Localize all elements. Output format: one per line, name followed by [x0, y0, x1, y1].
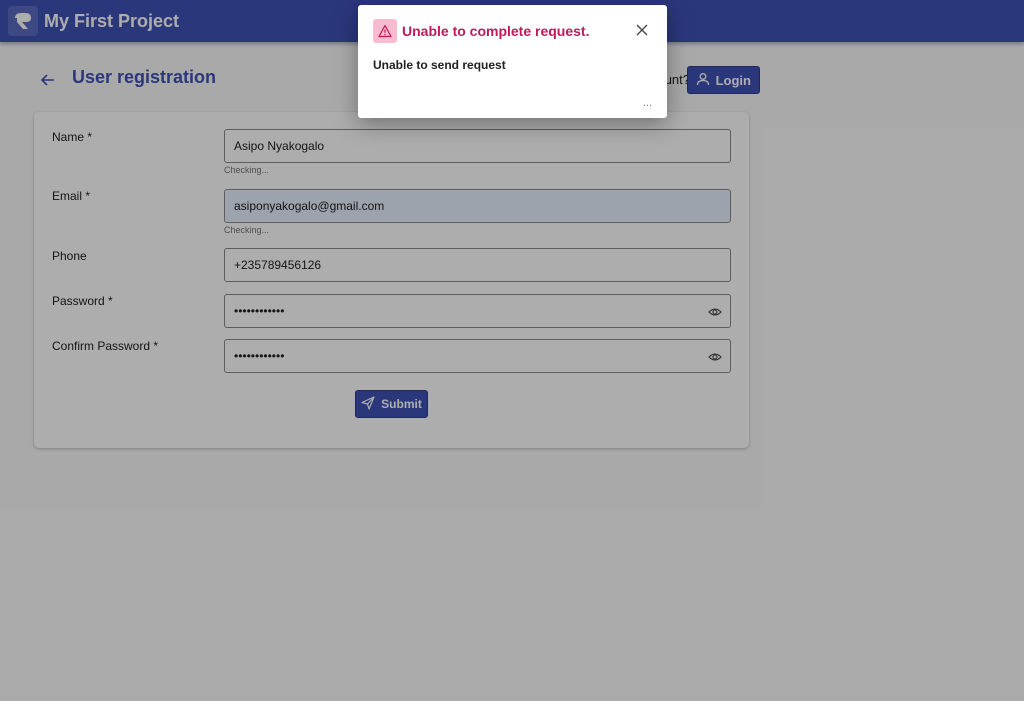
error-dialog: Unable to complete request. Unable to se…	[358, 5, 667, 118]
warning-icon	[373, 19, 397, 43]
dialog-more-button[interactable]: ...	[643, 97, 652, 109]
dialog-message: Unable to send request	[373, 58, 506, 72]
close-icon[interactable]	[635, 23, 649, 37]
dialog-title: Unable to complete request.	[402, 23, 590, 39]
